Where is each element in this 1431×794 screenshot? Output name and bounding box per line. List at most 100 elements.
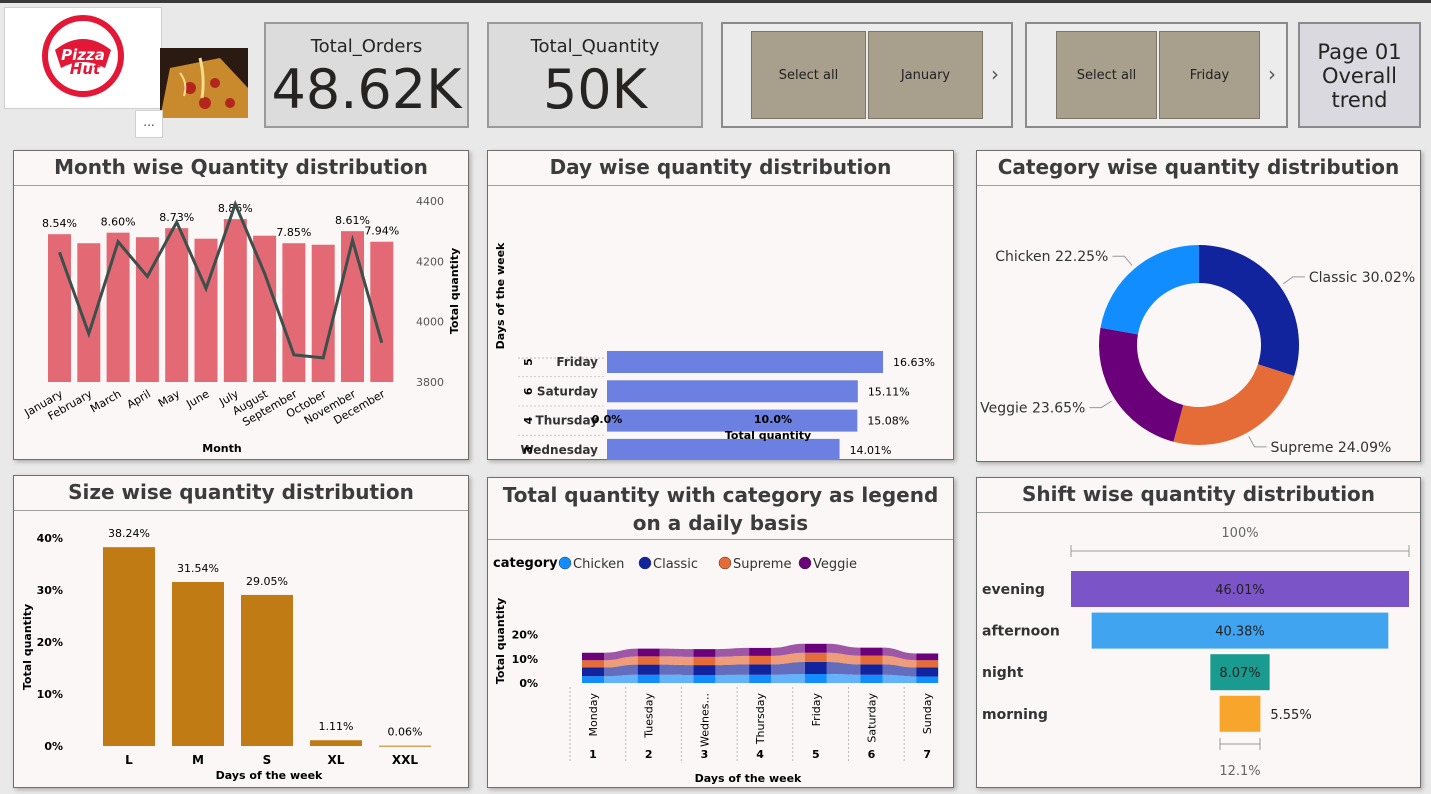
- daily-ribbon: [715, 655, 750, 666]
- daily-bar-segment: [582, 660, 604, 668]
- day-bar: [607, 351, 884, 373]
- month-data-label: 8.60%: [101, 216, 136, 229]
- daily-index-label: 7: [923, 748, 931, 761]
- daily-bar-segment: [804, 674, 827, 683]
- daily-bar-segment: [693, 675, 716, 683]
- daily-ribbon: [715, 647, 750, 657]
- day-data-label: 15.08%: [867, 415, 909, 428]
- daily-tick-label: Tuesday: [643, 693, 656, 739]
- month-x-axis-title: Month: [202, 442, 241, 455]
- daily-bar-segment: [804, 661, 827, 675]
- category-data-label: Classic 30.02%: [1309, 270, 1415, 286]
- day-x-tick: 0.0%: [592, 413, 623, 426]
- size-x-axis-title: Days of the week: [216, 769, 323, 782]
- daily-bar-segment: [860, 664, 883, 675]
- legend-label: Veggie: [813, 557, 857, 572]
- daily-index-label: 3: [701, 748, 709, 761]
- daily-x-axis-title: Days of the week: [695, 772, 802, 785]
- size-chart: 0% 10% 20% 30% 40% 38.24% L 31.54% M 29.05% S 1.11%…: [21, 527, 431, 782]
- daily-bar-segment: [637, 648, 660, 657]
- more-options-button[interactable]: ...: [135, 110, 163, 138]
- month-y2-axis-title: Total quantity: [448, 248, 461, 334]
- month-chart: 8.54%JanuaryFebruary8.60%March April8.73%…: [22, 195, 461, 455]
- day-y-axis-title: Days of the week: [494, 242, 507, 349]
- daily-ribbon: [659, 674, 694, 683]
- month-bar: [165, 228, 189, 382]
- daily-tick-label: Sunday: [921, 693, 934, 735]
- shift-data-label: 8.07%: [1219, 666, 1260, 681]
- daily-bar-segment: [749, 647, 772, 656]
- size-y-tick: 0%: [44, 740, 63, 753]
- page-navigation-button[interactable]: Page 01 Overall trend: [1298, 22, 1421, 128]
- shift-data-label: 46.01%: [1215, 583, 1265, 598]
- daily-y-axis-title: Total quantity: [494, 598, 507, 684]
- day-friday-chip[interactable]: Friday: [1159, 31, 1260, 119]
- chevron-right-icon[interactable]: ›: [991, 62, 999, 86]
- daily-ribbon: [826, 674, 861, 683]
- daily-bar-segment: [916, 653, 939, 661]
- daily-y-tick: 0%: [519, 677, 538, 690]
- category-slice: [1173, 364, 1295, 445]
- month-y2-tick: 4400: [416, 195, 444, 208]
- day-index-label: 4: [522, 416, 535, 424]
- month-bar: [311, 244, 335, 382]
- pizza-hut-logo: Pizza Hut: [4, 7, 162, 109]
- day-data-label: 14.01%: [850, 444, 892, 457]
- daily-ribbon: [715, 664, 750, 676]
- daily-bar-segment: [860, 647, 883, 656]
- legend-marker: [638, 556, 652, 570]
- day-index-label: 5: [522, 358, 535, 366]
- pizza-photo: [160, 48, 248, 118]
- daily-y-tick: 20%: [512, 629, 538, 642]
- daily-bar-segment: [749, 674, 772, 683]
- kpi-total-quantity: Total_Quantity 50K: [487, 22, 703, 128]
- daily-bar-segment: [582, 652, 604, 661]
- daily-category-chart: category Chicken Classic Supreme Veggie 0% 10%…: [493, 556, 939, 785]
- size-panel: Size wise quantity distribution 0% 10% 20%…: [13, 475, 469, 788]
- month-slicer: Select all January ›: [721, 22, 1013, 128]
- daily-ribbon: [659, 648, 694, 657]
- category-panel-title: Category wise quantity distribution: [977, 151, 1420, 186]
- daily-index-label: 1: [589, 748, 597, 761]
- size-data-label: 1.11%: [319, 720, 354, 733]
- month-data-label: 7.85%: [276, 226, 311, 239]
- month-bar: [282, 243, 306, 382]
- daily-tick-label: Friday: [810, 693, 823, 727]
- daily-category-panel: Total quantity with category as legend o…: [487, 477, 954, 788]
- shift-data-label: 40.38%: [1215, 625, 1265, 640]
- chevron-right-icon[interactable]: ›: [1268, 62, 1276, 86]
- daily-bar-segment: [749, 664, 772, 675]
- size-data-label: 29.05%: [246, 575, 288, 588]
- size-bar: [379, 745, 431, 747]
- size-y-axis-title: Total quantity: [21, 604, 34, 690]
- shift-tick-label: evening: [982, 582, 1045, 598]
- daily-ribbon: [659, 664, 694, 676]
- month-data-label: 8.54%: [42, 217, 77, 230]
- day-data-label: 15.11%: [868, 385, 910, 398]
- shift-tick-label: afternoon: [982, 624, 1060, 640]
- shift-top-label: 100%: [1221, 526, 1258, 541]
- daily-bar-segment: [916, 676, 939, 683]
- month-january-chip[interactable]: January: [868, 31, 983, 119]
- daily-ribbon: [771, 674, 805, 683]
- daily-bar-segment: [637, 656, 660, 665]
- shift-chart: 100% evening 46.01% afternoon 40.38% night 8.0…: [982, 526, 1410, 779]
- legend-title: category: [493, 556, 558, 571]
- daily-bar-segment: [916, 660, 939, 668]
- daily-bar-segment: [804, 652, 827, 662]
- month-y2-tick: 4200: [416, 255, 444, 268]
- shift-panel: Shift wise quantity distribution 100% eve…: [976, 477, 1421, 788]
- daily-tick-label: Wednes...: [698, 693, 711, 747]
- day-select-all-chip[interactable]: Select all: [1056, 31, 1157, 119]
- size-y-tick: 30%: [37, 584, 63, 597]
- daily-bar-segment: [637, 674, 660, 683]
- kpi-quantity-value: 50K: [542, 58, 648, 121]
- size-bar: [310, 740, 362, 746]
- day-slicer: Select all Friday ›: [1025, 22, 1288, 128]
- month-select-all-chip[interactable]: Select all: [751, 31, 866, 119]
- daily-index-label: 6: [868, 748, 876, 761]
- day-data-label: 16.63%: [893, 356, 935, 369]
- daily-index-label: 4: [756, 748, 764, 761]
- day-bar: [607, 380, 858, 403]
- category-data-label: Supreme 24.09%: [1270, 440, 1391, 456]
